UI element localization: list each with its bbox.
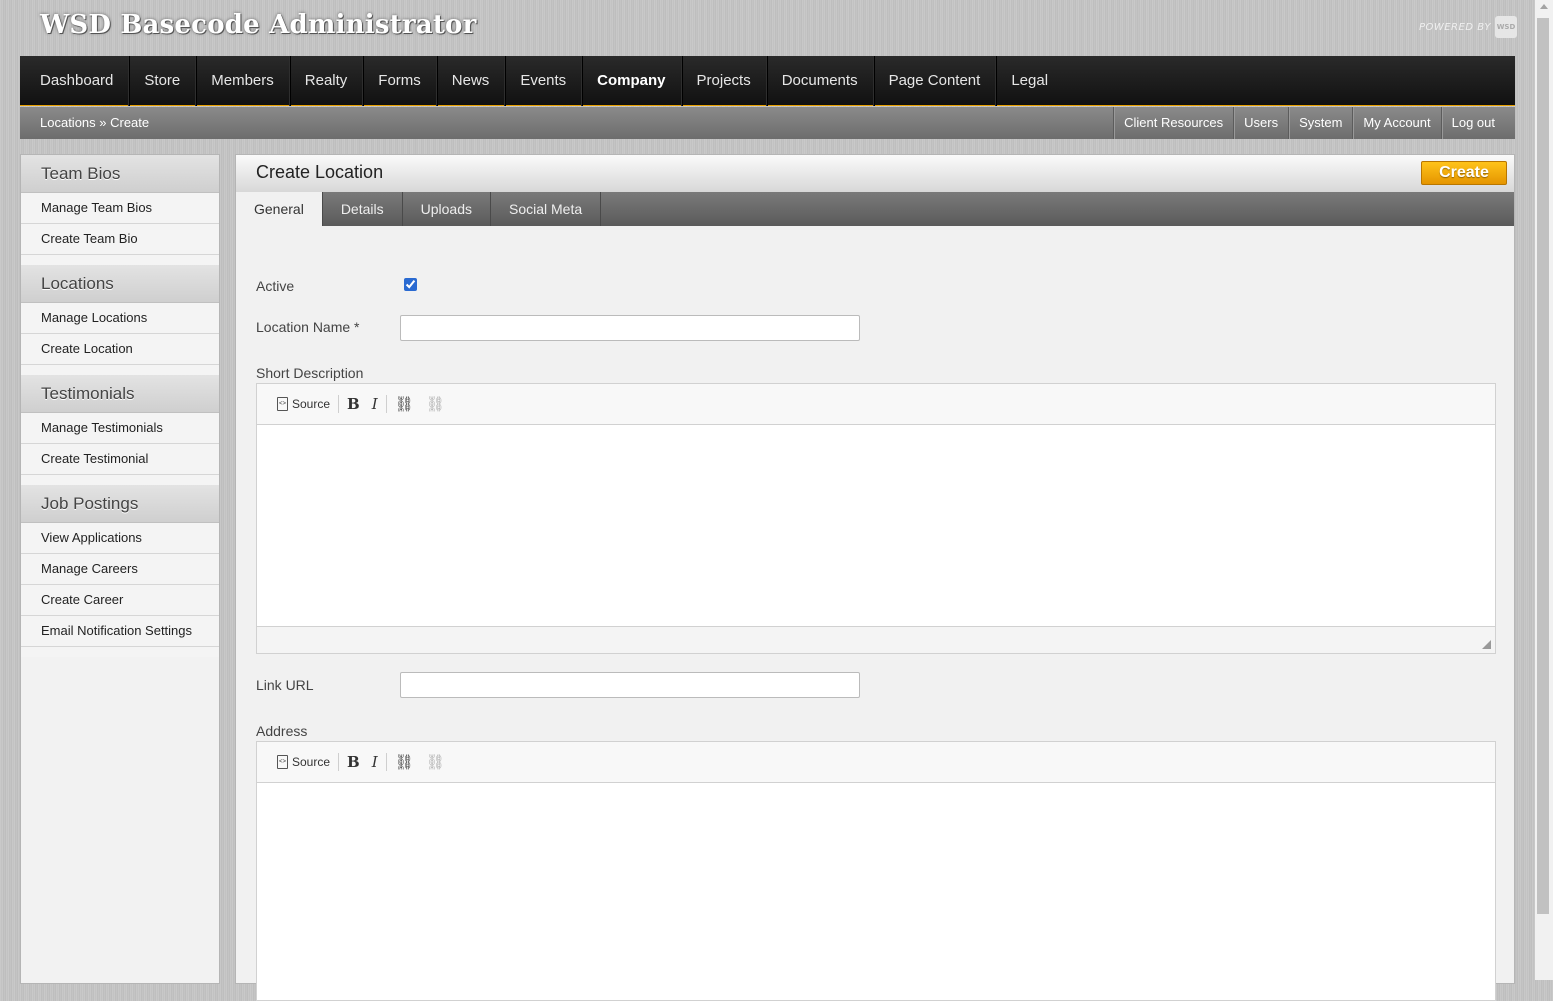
unlink-icon: ⛓ bbox=[425, 396, 445, 413]
bold-icon: B bbox=[347, 753, 360, 771]
sidebar-section-testimonials: Testimonials bbox=[21, 375, 219, 413]
unlink-button[interactable]: ⛓ bbox=[420, 750, 451, 774]
link-icon: ⛓ bbox=[394, 754, 414, 771]
util-link-client-resources[interactable]: Client Resources bbox=[1113, 107, 1233, 139]
sidebar-item-view-applications[interactable]: View Applications bbox=[21, 523, 219, 554]
short-description-editor: <> Source B I ⛓ ⛓ bbox=[256, 383, 1496, 654]
sidebar-section-locations: Locations bbox=[21, 265, 219, 303]
toolbar-separator bbox=[338, 395, 340, 413]
source-icon: <> bbox=[277, 755, 288, 769]
app-title: WSD Basecode Administrator bbox=[40, 10, 477, 40]
resize-handle-icon[interactable] bbox=[1482, 640, 1491, 649]
tab-details[interactable]: Details bbox=[323, 192, 403, 226]
nav-item-members[interactable]: Members bbox=[196, 55, 290, 106]
nav-item-forms[interactable]: Forms bbox=[363, 55, 437, 106]
location-name-label: Location Name * bbox=[256, 319, 360, 335]
app-header: WSD Basecode Administrator POWERED BY WS… bbox=[0, 0, 1535, 56]
address-label: Address bbox=[256, 723, 308, 739]
unlink-button[interactable]: ⛓ bbox=[420, 392, 451, 416]
sidebar-item-create-location[interactable]: Create Location bbox=[21, 334, 219, 365]
link-button[interactable]: ⛓ bbox=[389, 392, 420, 416]
sidebar-item-create-team-bio[interactable]: Create Team Bio bbox=[21, 224, 219, 255]
italic-icon: I bbox=[371, 395, 378, 413]
bold-button[interactable]: B bbox=[341, 392, 366, 416]
nav-item-projects[interactable]: Projects bbox=[682, 55, 767, 106]
address-body[interactable] bbox=[257, 783, 1495, 1000]
nav-item-dashboard[interactable]: Dashboard bbox=[25, 55, 130, 106]
nav-item-documents[interactable]: Documents bbox=[767, 55, 874, 106]
tab-bar: General Details Uploads Social Meta bbox=[236, 192, 1514, 226]
source-icon: <> bbox=[277, 397, 288, 411]
nav-item-realty[interactable]: Realty bbox=[290, 55, 364, 106]
content-panel: Create Location Create General Details Upl… bbox=[235, 154, 1515, 1001]
page-title: Create Location bbox=[256, 162, 384, 182]
main-nav: Dashboard Store Members Realty Forms News Even… bbox=[20, 55, 1515, 106]
util-link-users[interactable]: Users bbox=[1233, 107, 1288, 139]
utility-links: Client Resources Users System My Account Log… bbox=[1113, 107, 1515, 139]
sidebar-gap bbox=[21, 255, 219, 265]
active-label: Active bbox=[256, 278, 295, 294]
link-url-input[interactable] bbox=[400, 672, 860, 698]
create-button[interactable]: Create bbox=[1421, 161, 1507, 185]
toolbar-separator bbox=[385, 753, 387, 771]
tab-general[interactable]: General bbox=[236, 192, 323, 226]
sidebar-item-email-notification-settings[interactable]: Email Notification Settings bbox=[21, 616, 219, 647]
sidebar-item-manage-careers[interactable]: Manage Careers bbox=[21, 554, 219, 585]
powered-by-text: POWERED BY bbox=[1418, 21, 1491, 33]
nav-item-legal[interactable]: Legal bbox=[996, 56, 1063, 106]
util-link-my-account[interactable]: My Account bbox=[1352, 107, 1440, 139]
link-button[interactable]: ⛓ bbox=[389, 750, 420, 774]
source-label: Source bbox=[292, 397, 331, 411]
breadcrumb[interactable]: Locations » Create bbox=[40, 107, 149, 139]
nav-item-events[interactable]: Events bbox=[505, 55, 583, 106]
sub-nav: Locations » Create Client Resources Users… bbox=[20, 107, 1515, 139]
tab-uploads[interactable]: Uploads bbox=[403, 192, 491, 226]
wsd-logo-icon: WSD bbox=[1495, 16, 1517, 38]
sidebar-gap bbox=[21, 365, 219, 375]
unlink-icon: ⛓ bbox=[425, 754, 445, 771]
address-editor: <> Source B I ⛓ ⛓ bbox=[256, 741, 1496, 1001]
link-icon: ⛓ bbox=[394, 396, 414, 413]
nav-item-store[interactable]: Store bbox=[129, 55, 197, 106]
sidebar-section-team-bios: Team Bios bbox=[21, 155, 219, 193]
sidebar-gap bbox=[21, 647, 219, 657]
page-scrollbar[interactable] bbox=[1535, 0, 1553, 980]
sidebar-item-create-testimonial[interactable]: Create Testimonial bbox=[21, 444, 219, 475]
source-label: Source bbox=[292, 755, 331, 769]
toolbar-separator bbox=[385, 395, 387, 413]
sidebar-item-manage-team-bios[interactable]: Manage Team Bios bbox=[21, 193, 219, 224]
sidebar-item-manage-testimonials[interactable]: Manage Testimonials bbox=[21, 413, 219, 444]
source-button[interactable]: <> Source bbox=[271, 392, 336, 416]
location-name-input[interactable] bbox=[400, 315, 860, 341]
italic-icon: I bbox=[371, 753, 378, 771]
util-link-system[interactable]: System bbox=[1288, 107, 1352, 139]
sidebar-item-manage-locations[interactable]: Manage Locations bbox=[21, 303, 219, 334]
sidebar-item-create-career[interactable]: Create Career bbox=[21, 585, 219, 616]
short-description-label: Short Description bbox=[256, 365, 364, 381]
short-description-body[interactable] bbox=[257, 425, 1495, 626]
powered-by[interactable]: POWERED BY WSD bbox=[1419, 16, 1517, 38]
link-url-label: Link URL bbox=[256, 677, 314, 693]
sidebar-section-job-postings: Job Postings bbox=[21, 485, 219, 523]
sidebar-gap bbox=[21, 475, 219, 485]
source-button[interactable]: <> Source bbox=[271, 750, 336, 774]
scroll-up-icon[interactable] bbox=[1540, 4, 1548, 9]
nav-item-page-content[interactable]: Page Content bbox=[874, 55, 997, 106]
nav-item-news[interactable]: News bbox=[437, 55, 506, 106]
bold-button[interactable]: B bbox=[341, 750, 366, 774]
util-link-log-out[interactable]: Log out bbox=[1440, 107, 1515, 139]
editor-toolbar: <> Source B I ⛓ ⛓ bbox=[257, 384, 1495, 425]
editor-toolbar: <> Source B I ⛓ ⛓ bbox=[257, 742, 1495, 783]
italic-button[interactable]: I bbox=[366, 750, 384, 774]
toolbar-separator bbox=[338, 753, 340, 771]
scroll-thumb[interactable] bbox=[1537, 18, 1549, 914]
nav-item-company[interactable]: Company bbox=[582, 55, 682, 106]
sidebar: Team Bios Manage Team Bios Create Team Bio… bbox=[20, 154, 220, 984]
active-checkbox[interactable] bbox=[404, 278, 417, 291]
bold-icon: B bbox=[347, 395, 360, 413]
editor-footer bbox=[257, 626, 1495, 653]
italic-button[interactable]: I bbox=[366, 392, 384, 416]
content-header: Create Location Create bbox=[236, 155, 1514, 192]
tab-social-meta[interactable]: Social Meta bbox=[491, 192, 602, 226]
